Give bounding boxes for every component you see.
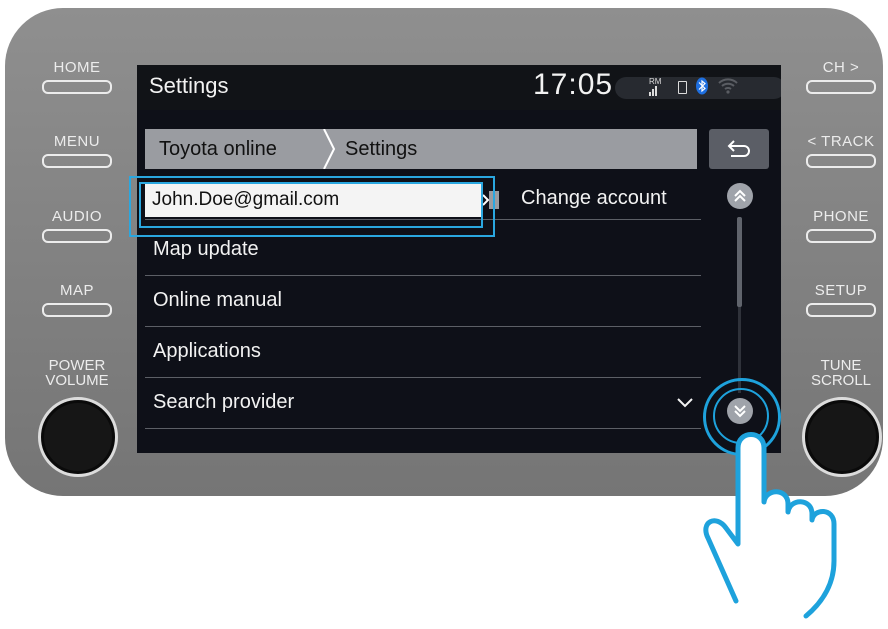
audio-hw-button[interactable]: AUDIO xyxy=(32,205,122,257)
channel-hw-pill xyxy=(806,80,876,94)
change-account-button[interactable]: Change account xyxy=(483,183,697,217)
battery-icon xyxy=(678,81,687,94)
clock: 17:05 xyxy=(533,68,614,101)
home-hw-label: HOME xyxy=(53,59,101,76)
audio-hw-pill xyxy=(42,229,112,243)
setup-hw-button[interactable]: SETUP xyxy=(796,279,886,331)
breadcrumb-separator-icon xyxy=(323,129,336,169)
audio-hw-label: AUDIO xyxy=(51,208,102,225)
list-item[interactable]: Applications xyxy=(145,327,701,378)
setup-hw-pill xyxy=(806,303,876,317)
chevron-double-up-icon xyxy=(734,189,746,202)
scrollbar-thumb[interactable] xyxy=(737,217,742,307)
breadcrumb: Toyota online Settings xyxy=(145,129,697,169)
volume-label: VOLUME xyxy=(45,372,109,389)
tune-label: TUNE xyxy=(820,357,862,374)
map-hw-pill xyxy=(42,303,112,317)
scroll-up-button[interactable] xyxy=(727,183,753,209)
phone-hw-button[interactable]: PHONE xyxy=(796,205,886,257)
signal-roaming-label: RM xyxy=(649,77,662,86)
phone-hw-label: PHONE xyxy=(813,208,869,225)
power-volume-knob[interactable] xyxy=(38,397,118,477)
channel-hw-label: CH > xyxy=(822,59,860,76)
home-hw-pill xyxy=(42,80,112,94)
bluetooth-icon xyxy=(696,77,708,95)
list-item-label: Online manual xyxy=(153,289,282,311)
email-highlight-inner xyxy=(139,182,483,228)
menu-hw-button[interactable]: MENU xyxy=(32,130,122,182)
back-arrow-icon xyxy=(727,140,750,157)
map-hw-label: MAP xyxy=(59,282,94,299)
breadcrumb-settings: Settings xyxy=(345,138,418,160)
setup-hw-label: SETUP xyxy=(814,282,868,299)
list-item[interactable]: Search provider xyxy=(145,378,701,429)
screen-title: Settings xyxy=(149,73,229,98)
list-item-label: Map update xyxy=(153,238,259,260)
status-bar: Settings 17:05 RM xyxy=(137,65,781,110)
channel-hw-button[interactable]: CH > xyxy=(796,56,886,108)
back-button[interactable] xyxy=(709,129,769,169)
map-hw-button[interactable]: MAP xyxy=(32,279,122,331)
list-item-label: Applications xyxy=(153,340,261,362)
track-hw-button[interactable]: < TRACK xyxy=(796,130,886,182)
chevron-down-icon[interactable] xyxy=(677,398,693,408)
power-label: POWER xyxy=(48,357,106,374)
menu-hw-pill xyxy=(42,154,112,168)
home-hw-button[interactable]: HOME xyxy=(32,56,122,108)
pointing-hand-icon xyxy=(703,432,837,619)
breadcrumb-toyota-online[interactable]: Toyota online xyxy=(159,138,277,161)
wifi-icon xyxy=(718,78,738,94)
menu-hw-label: MENU xyxy=(53,133,101,150)
track-hw-label: < TRACK xyxy=(807,133,875,150)
list-item[interactable]: Online manual xyxy=(145,276,701,327)
phone-hw-pill xyxy=(806,229,876,243)
scroll-label: SCROLL xyxy=(810,372,872,389)
signal-icon: RM xyxy=(649,77,661,96)
change-account-label: Change account xyxy=(521,187,667,209)
track-hw-pill xyxy=(806,154,876,168)
list-item-label: Search provider xyxy=(153,391,295,413)
display-screen: Settings 17:05 RM Toyota online Settings xyxy=(137,65,781,453)
